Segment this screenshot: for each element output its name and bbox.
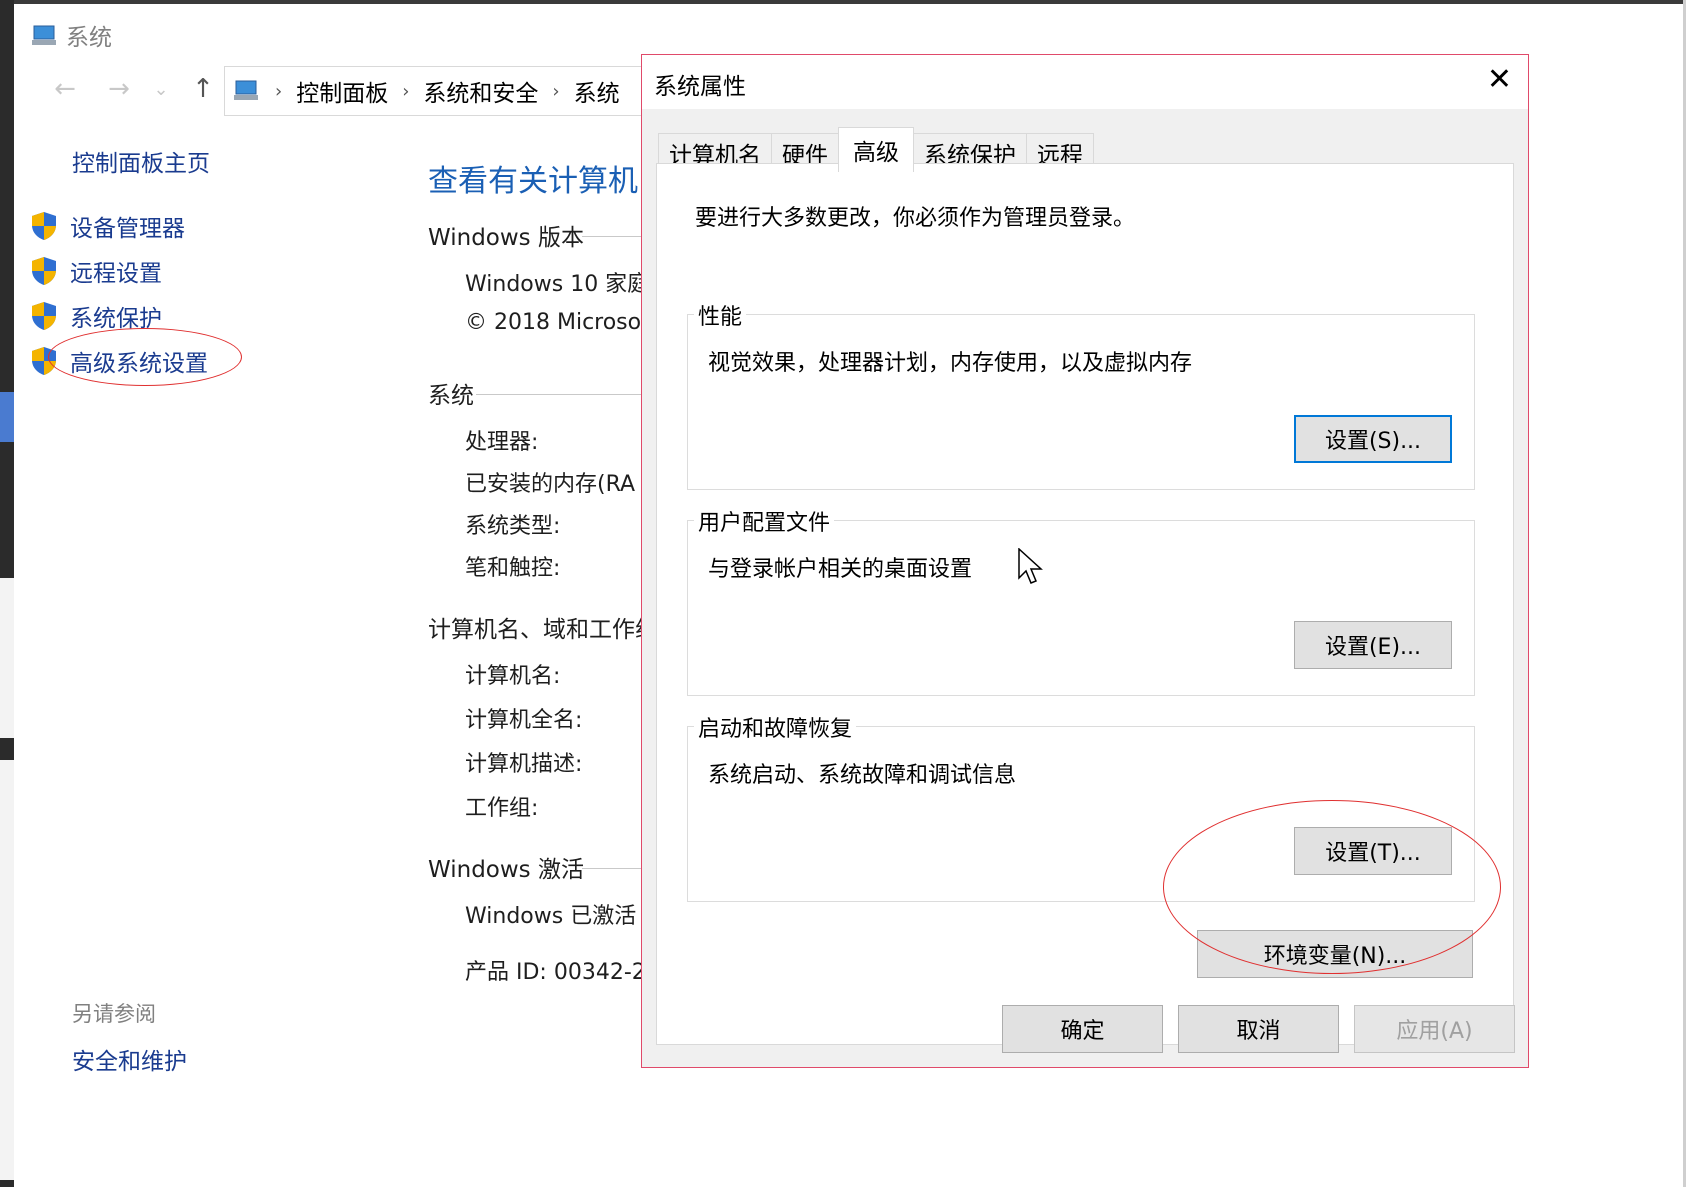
sidebar-item-device-manager[interactable]: 设备管理器 (30, 209, 185, 243)
section-title-system: 系统 (428, 383, 474, 409)
dialog-title: 系统属性 (654, 74, 746, 100)
sidebar-item-label: 高级系统设置 (70, 351, 208, 377)
dialog-titlebar: 系统属性 ✕ (642, 55, 1528, 109)
shield-icon (32, 257, 56, 285)
chevron-right-icon: › (275, 80, 283, 102)
group-description: 与登录帐户相关的桌面设置 (708, 557, 973, 582)
activation-status: Windows 已激活 (465, 904, 637, 929)
group-description: 系统启动、系统故障和调试信息 (708, 763, 1017, 788)
shield-icon (32, 302, 56, 330)
background-window-edge (0, 0, 14, 1187)
sidebar-item-advanced-settings[interactable]: 高级系统设置 (30, 344, 208, 378)
sidebar-item-label: 远程设置 (70, 261, 162, 287)
apply-button[interactable]: 应用(A) (1354, 1005, 1515, 1053)
user-profiles-settings-button[interactable]: 设置(E)... (1294, 621, 1452, 669)
sidebar-item-remote-settings[interactable]: 远程设置 (30, 254, 162, 288)
divider (582, 868, 642, 869)
tab-advanced[interactable]: 高级 (838, 127, 914, 172)
section-title-edition: Windows 版本 (428, 225, 584, 251)
group-description: 视觉效果，处理器计划，内存使用，以及虚拟内存 (708, 351, 1193, 376)
group-label: 启动和故障恢复 (694, 711, 857, 743)
field-label: 计算机名: (465, 664, 561, 689)
breadcrumb-system[interactable]: 系统 (574, 74, 620, 108)
divider (476, 394, 642, 395)
field-label: 笔和触控: (465, 556, 561, 581)
up-arrow-icon[interactable]: ↑ (176, 74, 230, 104)
breadcrumb-system-security[interactable]: 系统和安全 (423, 74, 538, 108)
product-id: 产品 ID: 00342-2 (465, 960, 646, 985)
cancel-button[interactable]: 取消 (1178, 1005, 1339, 1053)
advanced-tab-panel: 要进行大多数更改，你必须作为管理员登录。 性能 视觉效果，处理器计划，内存使用，… (656, 163, 1514, 1045)
chevron-right-icon: › (402, 80, 410, 102)
field-label: 处理器: (465, 430, 539, 455)
page-title: 查看有关计算机 (428, 164, 638, 199)
admin-note: 要进行大多数更改，你必须作为管理员登录。 (695, 206, 1136, 231)
field-label: 工作组: (465, 796, 539, 821)
environment-variables-button[interactable]: 环境变量(N)... (1197, 930, 1473, 978)
navigation-buttons: ← → ⌄ ↑ (38, 74, 230, 104)
edition-value: Windows 10 家庭 (465, 272, 650, 297)
performance-group: 性能 视觉效果，处理器计划，内存使用，以及虚拟内存 设置(S)... (687, 299, 1475, 490)
field-label: 计算机描述: (465, 752, 583, 777)
chevron-right-icon: › (552, 80, 560, 102)
recent-dropdown-icon[interactable]: ⌄ (146, 79, 176, 100)
mouse-cursor-icon (1018, 548, 1043, 584)
field-label: 已安装的内存(RA (465, 472, 636, 497)
window-title: 系统 (32, 18, 112, 52)
forward-arrow-icon[interactable]: → (92, 74, 146, 104)
field-label: 计算机全名: (465, 708, 583, 733)
computer-icon (234, 80, 258, 100)
breadcrumb-control-panel[interactable]: 控制面板 (296, 74, 388, 108)
startup-recovery-settings-button[interactable]: 设置(T)... (1294, 827, 1452, 875)
sidebar-item-system-protection[interactable]: 系统保护 (30, 299, 162, 333)
user-profiles-group: 用户配置文件 与登录帐户相关的桌面设置 设置(E)... (687, 505, 1475, 696)
group-label: 性能 (694, 299, 747, 331)
address-bar[interactable]: › 控制面板 › 系统和安全 › 系统 (224, 66, 694, 116)
back-arrow-icon[interactable]: ← (38, 74, 92, 104)
copyright-text: © 2018 Microsof (465, 310, 649, 335)
window-title-text: 系统 (66, 25, 112, 51)
field-label: 系统类型: (465, 514, 561, 539)
sidebar-item-label: 设备管理器 (70, 216, 185, 242)
startup-recovery-group: 启动和故障恢复 系统启动、系统故障和调试信息 设置(T)... (687, 711, 1475, 902)
control-panel-home-link[interactable]: 控制面板主页 (72, 144, 210, 178)
close-icon[interactable]: ✕ (1487, 63, 1512, 97)
security-maintenance-link[interactable]: 安全和维护 (72, 1042, 187, 1076)
system-properties-dialog: 系统属性 ✕ 计算机名 硬件 高级 系统保护 远程 要进行大多数更改，你必须作为… (641, 54, 1529, 1068)
section-title-computer-name: 计算机名、域和工作组 (428, 617, 658, 643)
computer-icon (32, 25, 56, 45)
ok-button[interactable]: 确定 (1002, 1005, 1163, 1053)
sidebar-item-label: 系统保护 (70, 306, 162, 332)
group-label: 用户配置文件 (694, 505, 835, 537)
section-title-activation: Windows 激活 (428, 857, 584, 883)
shield-icon (32, 212, 56, 240)
performance-settings-button[interactable]: 设置(S)... (1294, 415, 1452, 463)
divider (582, 236, 642, 237)
shield-icon (32, 347, 56, 375)
see-also-title: 另请参阅 (72, 1002, 156, 1026)
